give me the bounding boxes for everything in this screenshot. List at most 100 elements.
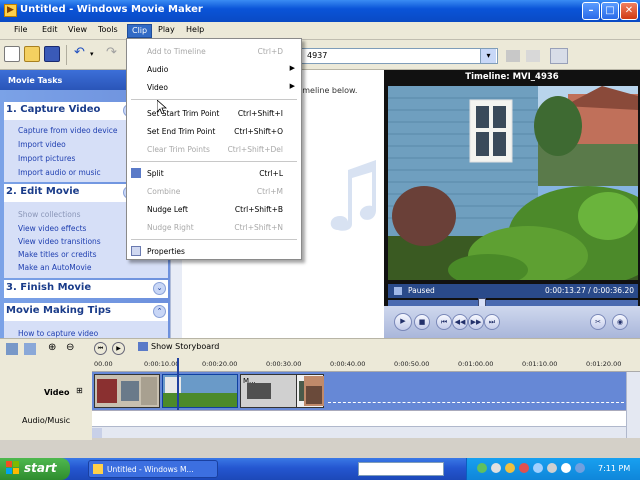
audio-music-track[interactable] <box>92 410 626 426</box>
chevron-left-icon[interactable] <box>92 428 102 438</box>
timeline-horizontal-scrollbar[interactable] <box>92 426 626 438</box>
tray-icon[interactable] <box>491 463 501 473</box>
tray-icon[interactable] <box>533 463 543 473</box>
window-title: Untitled - Windows Movie Maker <box>20 4 203 15</box>
make-automovie-link[interactable]: Make an AutoMovie <box>18 263 91 272</box>
split-icon[interactable]: ✂ <box>590 314 606 330</box>
expand-icon[interactable]: ⊞ <box>76 386 83 395</box>
menu-properties[interactable]: Properties <box>127 243 301 259</box>
menu-file[interactable]: File <box>10 24 31 38</box>
menu-view[interactable]: View <box>64 24 91 38</box>
tray-icon[interactable] <box>519 463 529 473</box>
taskbar-movie-maker-button[interactable]: Untitled - Windows M... <box>88 460 218 478</box>
zoom-out-icon[interactable]: ⊖ <box>66 342 74 353</box>
split-icon <box>131 168 141 178</box>
ruler-tick: 0:01:10.00 <box>522 360 558 368</box>
import-audio-link[interactable]: Import audio or music <box>18 168 101 177</box>
menu-clip[interactable]: Clip <box>127 24 153 38</box>
menu-clear-trim: Clear Trim Points Ctrl+Shift+Del <box>147 145 283 154</box>
tray-icon[interactable] <box>505 463 515 473</box>
new-project-icon[interactable] <box>4 46 20 62</box>
tray-icon[interactable] <box>477 463 487 473</box>
rewind-timeline-icon[interactable]: ⏮ <box>94 342 107 355</box>
movie-making-tips-section[interactable]: Movie Making Tips ⌃ <box>4 303 168 321</box>
menu-add-to-timeline: Add to Timeline Ctrl+D <box>147 47 283 56</box>
redo-icon[interactable]: ↷ <box>106 46 122 62</box>
chevron-right-icon: ▶ <box>289 82 295 90</box>
movie-maker-icon <box>93 464 103 474</box>
narrate-icon[interactable] <box>6 343 18 355</box>
save-project-icon[interactable] <box>44 46 60 62</box>
video-preview[interactable] <box>388 86 638 280</box>
volume-icon[interactable] <box>561 463 571 473</box>
capture-from-device-link[interactable]: Capture from video device <box>18 126 118 135</box>
contents-hint-text: imeline below. <box>300 86 358 95</box>
close-button[interactable]: ✕ <box>620 2 638 20</box>
minimize-button[interactable]: – <box>582 2 600 20</box>
ruler-tick: 00.00 <box>94 360 113 368</box>
minimize-icon: – <box>588 5 594 16</box>
menu-set-start-trim[interactable]: Set Start Trim Point Ctrl+Shift+I <box>127 105 301 121</box>
timeline-clip-selected[interactable] <box>162 374 238 408</box>
playback-controls: ▶ ■ ⏮ ◀◀ ▶▶ ⏭ ✂ ◉ <box>384 306 640 338</box>
network-icon[interactable] <box>575 463 585 473</box>
import-video-link[interactable]: Import video <box>18 140 66 149</box>
menu-audio[interactable]: Audio ▶ <box>127 61 301 77</box>
make-titles-link[interactable]: Make titles or credits <box>18 250 97 259</box>
open-project-icon[interactable] <box>24 46 40 62</box>
movie-maker-icon[interactable]: ▶ <box>4 4 17 17</box>
ruler-tick: 0:00:50.00 <box>394 360 430 368</box>
menu-bar: File Edit View Tools Clip Play Help <box>0 22 640 40</box>
previous-frame-icon[interactable]: ⏮ <box>436 314 452 330</box>
menu-tools[interactable]: Tools <box>94 24 122 38</box>
track-labels: Video ⊞ Audio/Music <box>0 358 92 440</box>
monitor-title: Timeline: MVI_4936 <box>465 72 559 82</box>
menu-nudge-right: Nudge Right Ctrl+Shift+N <box>147 223 283 232</box>
menu-split[interactable]: Split Ctrl+L <box>127 165 301 181</box>
chevron-down-icon[interactable]: ▾ <box>480 49 496 63</box>
audio-levels-icon[interactable] <box>24 343 36 355</box>
finish-movie-section[interactable]: 3. Finish Movie ⌄ <box>4 280 168 298</box>
video-track[interactable]: M... <box>92 372 626 410</box>
stop-icon[interactable]: ■ <box>414 314 430 330</box>
view-video-effects-link[interactable]: View video effects <box>18 224 86 233</box>
timecode: 0:00:13.27 / 0:00:36.20 <box>545 286 634 295</box>
next-frame-icon[interactable]: ⏭ <box>484 314 500 330</box>
menu-video[interactable]: Video ▶ <box>127 79 301 95</box>
tray-icon[interactable] <box>547 463 557 473</box>
play-timeline-icon[interactable]: ▶ <box>112 342 125 355</box>
undo-dropdown-icon[interactable]: ▾ <box>90 46 106 62</box>
chevron-up-icon[interactable]: ⌃ <box>153 305 166 318</box>
import-pictures-link[interactable]: Import pictures <box>18 154 75 163</box>
menu-play[interactable]: Play <box>154 24 179 38</box>
zoom-in-icon[interactable]: ⊕ <box>48 342 56 353</box>
view-video-transitions-link[interactable]: View video transitions <box>18 237 101 246</box>
undo-icon[interactable]: ↶ <box>74 46 90 62</box>
audio-track-label: Audio/Music <box>22 416 71 425</box>
menu-edit[interactable]: Edit <box>38 24 62 38</box>
maximize-button[interactable]: □ <box>601 2 619 20</box>
menu-nudge-left[interactable]: Nudge Left Ctrl+Shift+B <box>127 201 301 217</box>
taskbar-search-box[interactable] <box>358 462 444 476</box>
forward-icon[interactable]: ▶▶ <box>468 314 484 330</box>
rewind-icon[interactable]: ◀◀ <box>452 314 468 330</box>
menu-set-end-trim[interactable]: Set End Trim Point Ctrl+Shift+O <box>127 123 301 139</box>
how-to-capture-link[interactable]: How to capture video <box>18 329 98 338</box>
timeline-ruler[interactable]: 00.00 0:00:10.00 0:00:20.00 0:00:30.00 0… <box>92 358 640 372</box>
timeline-clip[interactable] <box>94 374 160 408</box>
collection-dropdown[interactable]: 4937 <box>300 48 498 64</box>
up-folder-icon[interactable] <box>506 50 520 62</box>
music-note-watermark <box>324 150 384 240</box>
timeline-clip[interactable] <box>304 376 324 410</box>
title-bar[interactable]: ▶ Untitled - Windows Movie Maker – □ ✕ <box>0 0 640 22</box>
menu-help[interactable]: Help <box>182 24 208 38</box>
play-icon[interactable]: ▶ <box>394 313 412 331</box>
menu-separator <box>131 161 297 162</box>
views-icon[interactable] <box>550 48 568 64</box>
new-collection-icon[interactable] <box>526 50 540 62</box>
snapshot-icon[interactable]: ◉ <box>612 314 628 330</box>
timeline-vertical-scrollbar[interactable] <box>626 372 640 438</box>
ruler-tick: 0:01:00.00 <box>458 360 494 368</box>
show-storyboard-button[interactable]: Show Storyboard <box>138 342 219 351</box>
chevron-down-icon[interactable]: ⌄ <box>153 282 166 295</box>
